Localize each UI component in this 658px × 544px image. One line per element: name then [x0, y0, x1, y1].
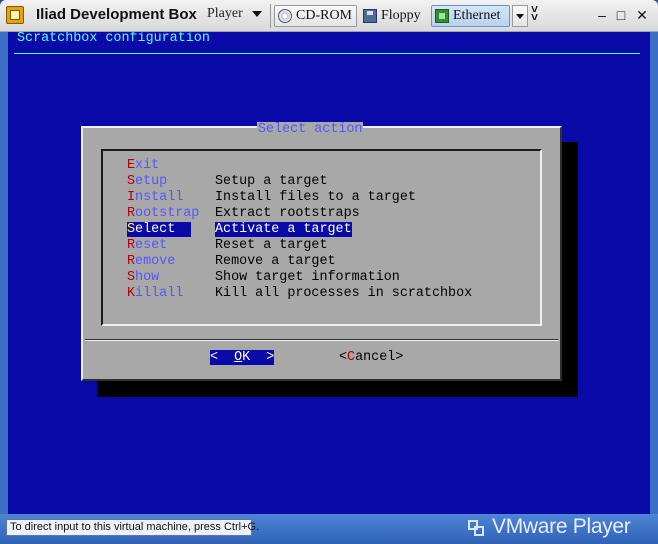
menu-item-exit[interactable]: Exit [127, 158, 497, 174]
menu-item-description: Activate a target [215, 222, 352, 237]
menu-item-key: Rootstrap [127, 206, 200, 221]
vmware-player-window: Iliad Development Box Player CD-ROM Flop… [0, 0, 658, 544]
floppy-label: Floppy [381, 8, 421, 23]
minimize-icon[interactable]: – [594, 7, 610, 23]
cdrom-icon [278, 9, 292, 23]
menu-item-description: Extract rootstraps [215, 206, 360, 221]
vmware-logo-icon [468, 520, 486, 538]
menu-item-rootstrap[interactable]: Rootstrap Extract rootstraps [127, 206, 497, 222]
vm-console[interactable]: Scratchbox configuration Select action E… [8, 32, 650, 514]
select-action-dialog: Select action Exit Setup Setup a target … [81, 122, 562, 381]
ethernet-label: Ethernet [453, 8, 501, 23]
menu-item-remove[interactable]: Remove Remove a target [127, 254, 497, 270]
menu-item-description: Show target information [215, 270, 400, 285]
button-divider [85, 339, 558, 341]
status-bar: To direct input to this virtual machine,… [0, 514, 658, 544]
window-title: Iliad Development Box [36, 6, 197, 23]
input-hint: To direct input to this virtual machine,… [6, 519, 259, 536]
toolbar-overflow-icon[interactable]: ˅ ˅ [531, 3, 538, 23]
menu-item-description: Kill all processes in scratchbox [215, 286, 473, 301]
player-menu[interactable]: Player [207, 6, 243, 22]
menu-item-key: Exit [127, 158, 160, 173]
menu-item-killall[interactable]: Killall Kill all processes in scratchbox [127, 286, 497, 302]
dialog-title: Select action [257, 122, 364, 137]
title-bar: Iliad Development Box Player CD-ROM Flop… [0, 0, 658, 32]
cdrom-label: CD-ROM [296, 8, 353, 23]
ethernet-icon [435, 9, 449, 23]
menu-item-key: Show [127, 270, 160, 285]
menu-item-key: Install [127, 190, 184, 205]
menu-item-setup[interactable]: Setup Setup a target [127, 174, 497, 190]
menu-item-description: Reset a target [215, 238, 328, 253]
ok-button[interactable]: < OK > [210, 350, 275, 365]
vmware-player-brand: VMware Player [492, 515, 631, 538]
floppy-device-button[interactable]: Floppy [359, 5, 429, 27]
ethernet-device-button[interactable]: Ethernet [431, 5, 510, 27]
menu-item-key: Reset [127, 238, 168, 253]
cdrom-device-button[interactable]: CD-ROM [274, 5, 357, 27]
menu-item-reset[interactable]: Reset Reset a target [127, 238, 497, 254]
menu-item-description: Install files to a target [215, 190, 416, 205]
menu-item-select[interactable]: Select Activate a target [127, 222, 497, 238]
menu-item-key: Select [127, 222, 192, 237]
cancel-button[interactable]: <Cancel> [339, 350, 403, 365]
player-menu-chevron-down-icon[interactable] [252, 11, 262, 17]
menu-item-description: Remove a target [215, 254, 336, 269]
menu-item-key: Killall [127, 286, 184, 301]
maximize-icon[interactable]: □ [613, 7, 629, 23]
close-icon[interactable]: ✕ [634, 7, 650, 23]
menu-item-key: Remove [127, 254, 176, 269]
console-heading: Scratchbox configuration [17, 32, 210, 46]
menu-item-install[interactable]: Install Install files to a target [127, 190, 497, 206]
floppy-icon [363, 9, 377, 23]
toolbar-separator [270, 4, 271, 28]
heading-rule [14, 53, 640, 54]
ethernet-dropdown-chevron-down-icon[interactable] [512, 5, 528, 27]
menu-item-show[interactable]: Show Show target information [127, 270, 497, 286]
menu-item-key: Setup [127, 174, 168, 189]
vmware-app-icon [6, 6, 24, 24]
menu-item-description: Setup a target [215, 174, 328, 189]
